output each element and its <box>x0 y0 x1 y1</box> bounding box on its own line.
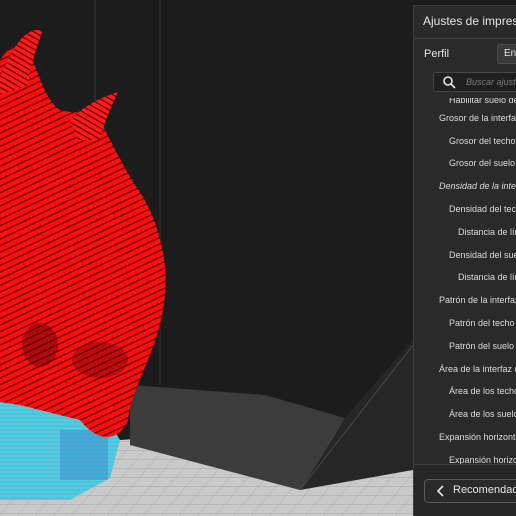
setting-item[interactable]: Área de los techos <box>449 382 516 400</box>
setting-item[interactable]: Patrón del suelo d <box>449 337 516 355</box>
panel-title: Ajustes de impresión <box>423 14 516 28</box>
setting-item[interactable]: Área de la interfaz de <box>439 360 516 378</box>
setting-item[interactable]: Área de los suelos <box>449 405 516 423</box>
profile-selector[interactable]: En <box>497 44 516 64</box>
setting-item[interactable]: Habilitar suelo de <box>449 98 516 109</box>
settings-search-input[interactable]: Buscar ajustes <box>433 72 516 92</box>
setting-item[interactable]: Distancia de lín <box>458 268 516 286</box>
chevron-left-icon <box>436 485 444 497</box>
setting-item[interactable]: Grosor de la interfaz <box>439 109 516 127</box>
panel-divider <box>414 38 516 39</box>
settings-list[interactable]: Habilitar suelo de Grosor de la interfaz G… <box>414 98 516 466</box>
setting-item[interactable]: Distancia de lín <box>458 223 516 241</box>
setting-item[interactable]: Densidad del techo <box>449 200 516 218</box>
recommended-button[interactable]: Recomendado <box>424 479 516 503</box>
search-placeholder: Buscar ajustes <box>466 77 516 87</box>
search-icon <box>443 76 456 89</box>
setting-item[interactable]: Densidad de la interfaz <box>439 177 516 195</box>
recommended-label: Recomendado <box>453 484 516 496</box>
support-structure <box>60 430 108 480</box>
setting-item[interactable]: Grosor del suelo d <box>449 154 516 172</box>
setting-item[interactable]: Expansión horizonta <box>439 428 516 446</box>
setting-item[interactable]: Patrón de la interfaz <box>439 291 516 309</box>
model-mouth <box>72 342 128 378</box>
panel-footer: Recomendado <box>414 464 516 516</box>
model-eye <box>22 323 58 367</box>
setting-item[interactable]: Patrón del techo d <box>449 314 516 332</box>
profile-label: Perfil <box>424 48 450 60</box>
print-settings-panel: Ajustes de impresión Perfil En Buscar aj… <box>413 5 516 516</box>
setting-item[interactable]: Densidad del suelo <box>449 246 516 264</box>
setting-item[interactable]: Grosor del techo d <box>449 132 516 150</box>
